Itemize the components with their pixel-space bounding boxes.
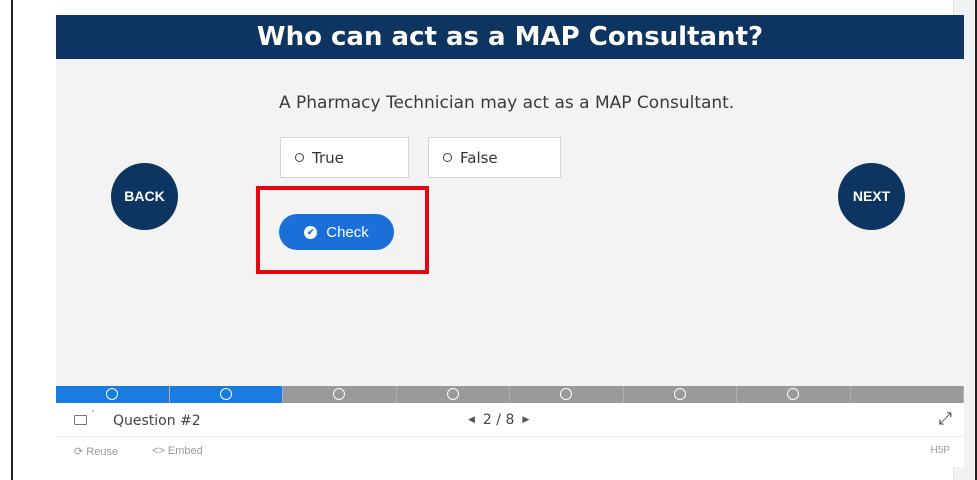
player-footer: ' Question #2 ◀ 2 / 8 ▶ ⤢ ⟳ Reuse <> Emb… <box>56 403 964 467</box>
reuse-label: Reuse <box>86 446 119 458</box>
progress-dot-icon <box>446 388 459 400</box>
caret-icon: ' <box>92 409 94 420</box>
progress-segment[interactable] <box>737 386 851 403</box>
back-button[interactable]: BACK <box>111 163 178 230</box>
progress-segment[interactable] <box>283 386 397 403</box>
radio-icon <box>295 153 304 162</box>
prev-arrow-icon[interactable]: ◀ <box>468 415 475 425</box>
embed-link[interactable]: <> Embed <box>152 445 203 457</box>
fullscreen-icon[interactable]: ⤢ <box>938 409 952 429</box>
progress-dot-icon <box>787 388 800 400</box>
slide-title: Who can act as a MAP Consultant? <box>56 15 964 59</box>
progress-dot-icon <box>673 388 686 400</box>
reuse-link[interactable]: ⟳ Reuse <box>74 445 118 458</box>
app-frame: Who can act as a MAP Consultant? A Pharm… <box>11 0 977 480</box>
progress-segment[interactable] <box>510 386 624 403</box>
radio-icon <box>443 153 452 162</box>
footer-bottom-row: ⟳ Reuse <> Embed H5P <box>56 437 964 467</box>
progress-dot-icon <box>560 388 573 400</box>
progress-dot-icon <box>219 388 232 400</box>
question-number: Question #2 <box>113 413 201 429</box>
progress-dot-icon <box>106 388 119 400</box>
h5p-player: Who can act as a MAP Consultant? A Pharm… <box>56 15 964 467</box>
option-false[interactable]: False <box>428 137 561 178</box>
next-button[interactable]: NEXT <box>838 163 905 230</box>
progress-segment[interactable] <box>624 386 737 403</box>
h5p-logo: H5P <box>930 445 950 456</box>
progress-segment[interactable] <box>851 386 964 403</box>
next-arrow-icon[interactable]: ▶ <box>522 415 529 425</box>
pager: ◀ 2 / 8 ▶ <box>468 412 529 428</box>
option-label: False <box>460 148 498 167</box>
check-highlight-box <box>256 186 429 274</box>
progress-segment[interactable] <box>169 386 283 403</box>
option-label: True <box>312 148 344 167</box>
question-text: A Pharmacy Technician may act as a MAP C… <box>279 93 735 113</box>
progress-segment[interactable] <box>56 386 170 403</box>
footer-top-row: ' Question #2 ◀ 2 / 8 ▶ ⤢ <box>56 403 964 437</box>
progress-bar <box>56 386 964 403</box>
progress-dot-icon <box>333 388 346 400</box>
embed-label: Embed <box>167 445 203 457</box>
question-list-icon[interactable] <box>74 415 87 425</box>
progress-segment[interactable] <box>397 386 510 403</box>
option-true[interactable]: True <box>280 137 409 178</box>
page-indicator: 2 / 8 <box>482 412 515 428</box>
